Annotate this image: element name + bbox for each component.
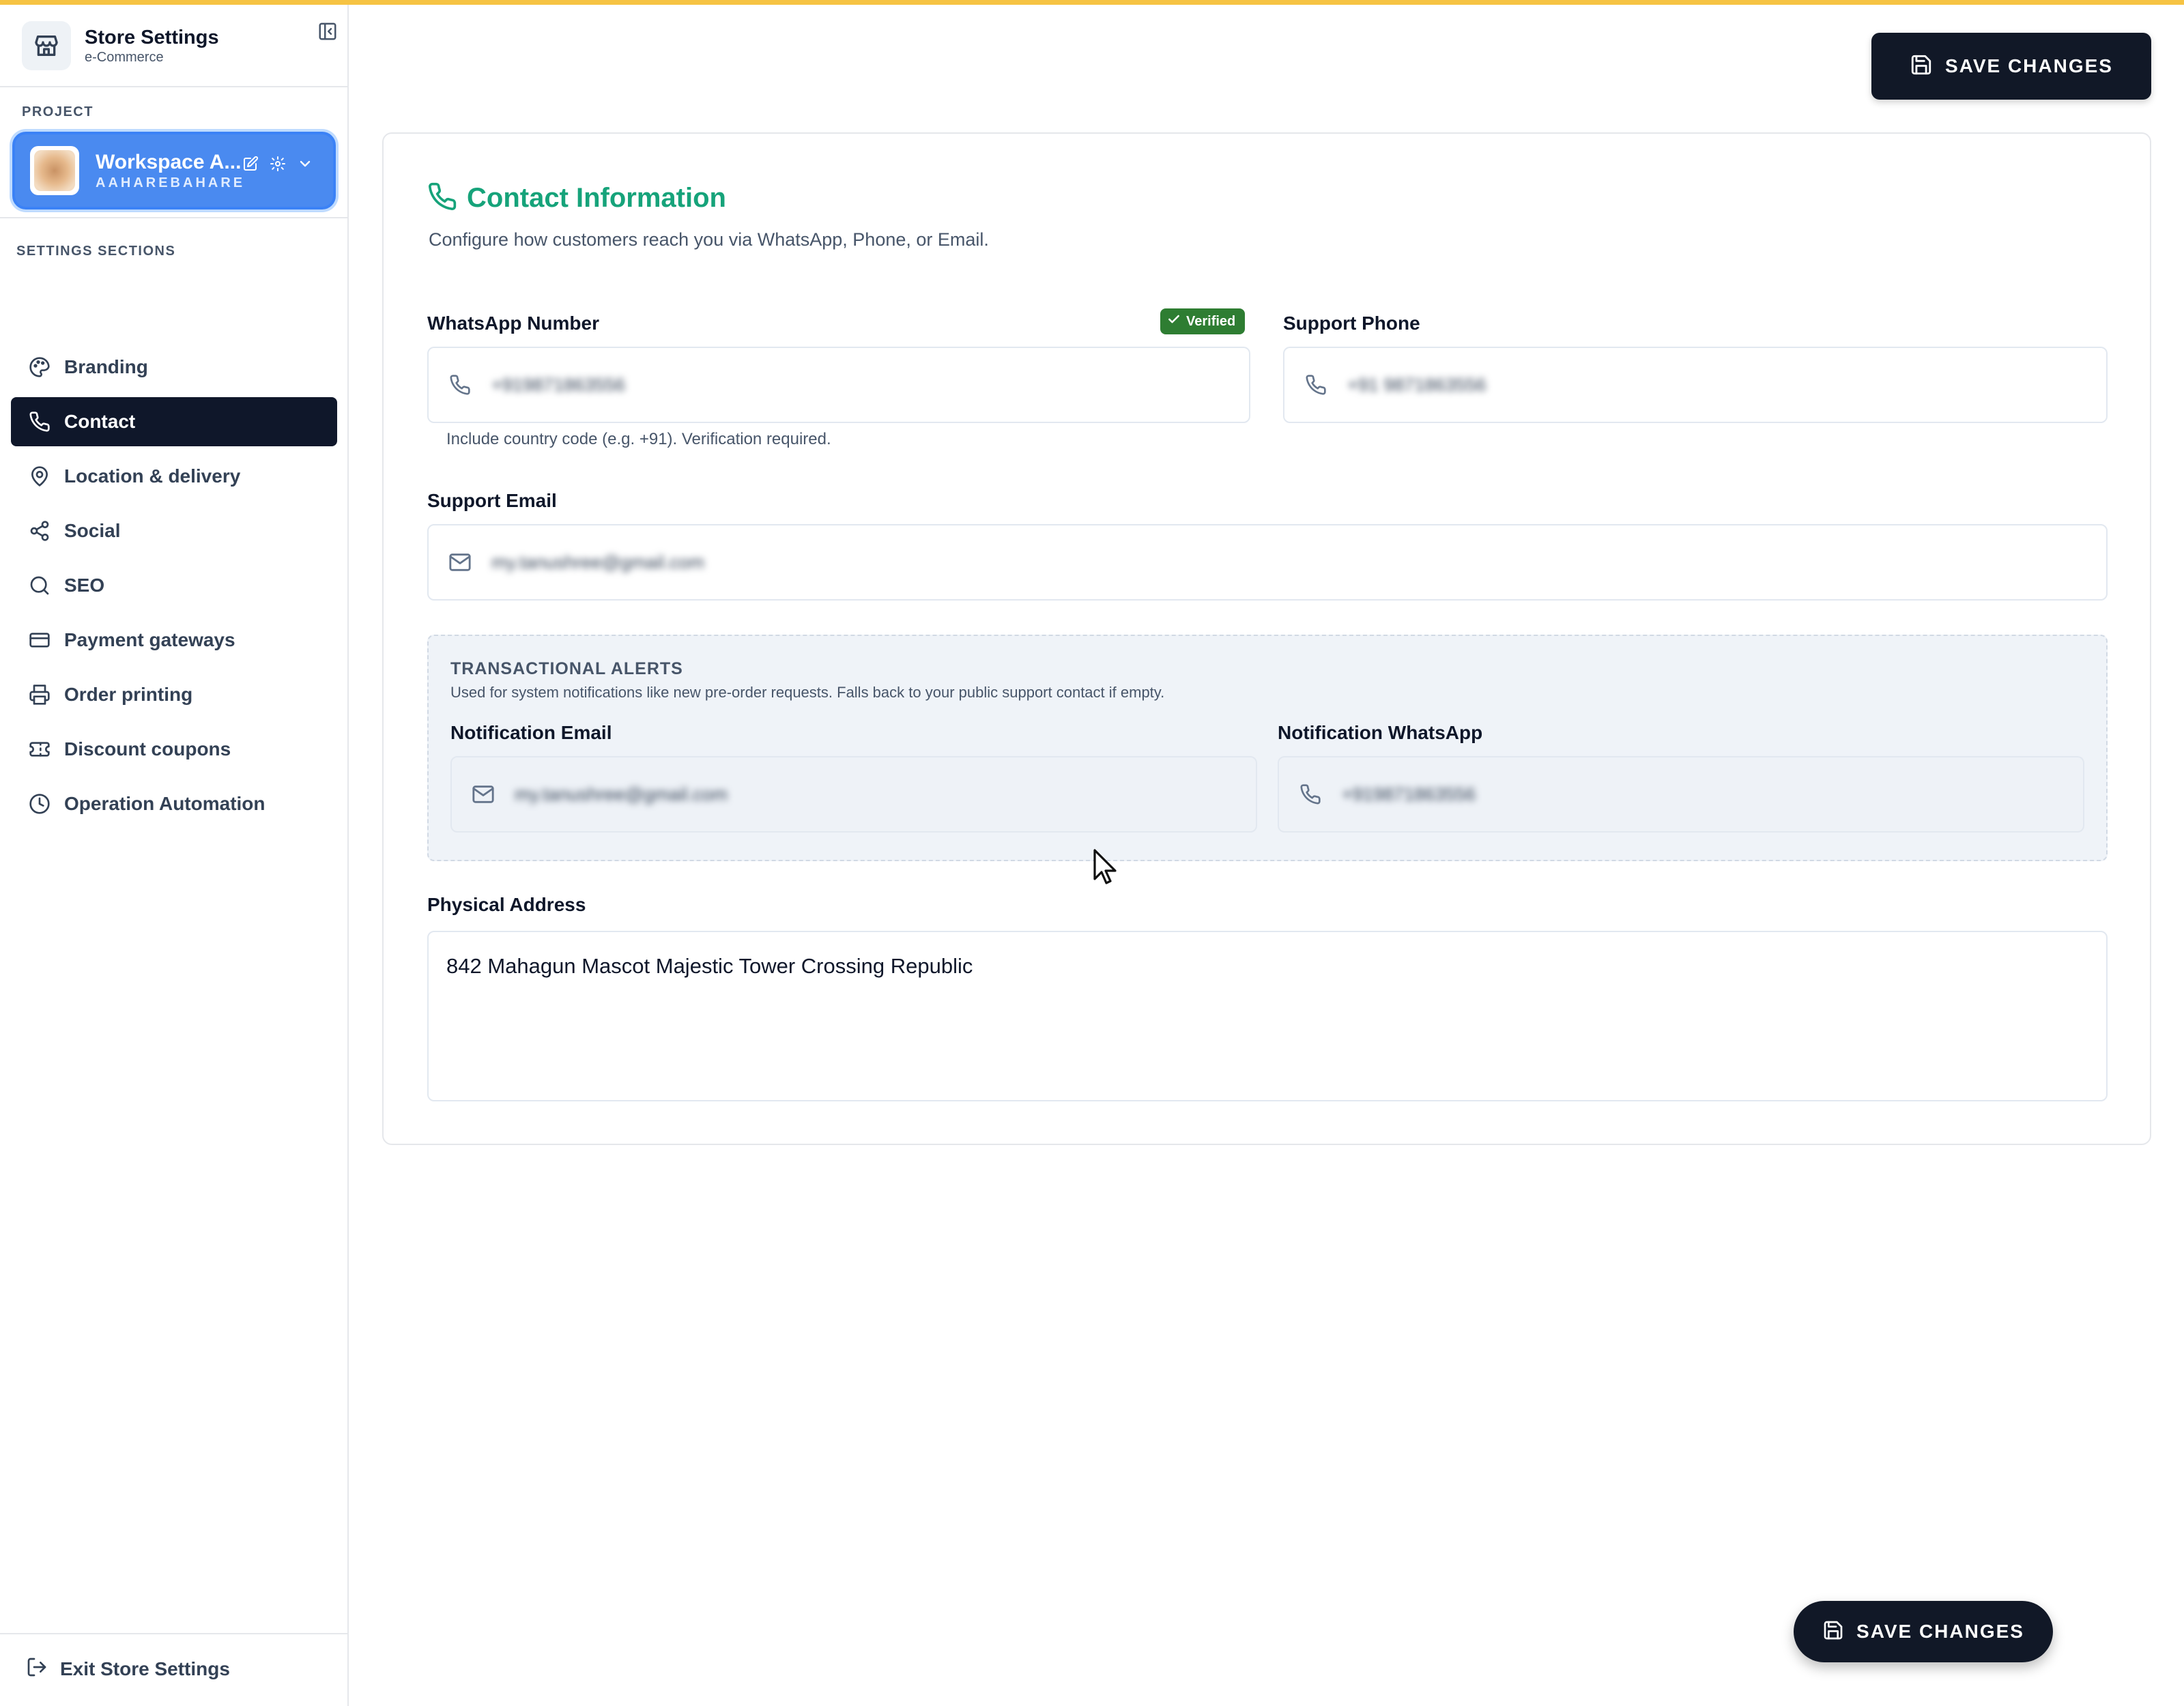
sidebar-item-branding[interactable]: Branding <box>11 343 337 392</box>
save-icon <box>1910 53 1933 80</box>
support-email-label: Support Email <box>427 490 557 511</box>
top-accent-bar <box>0 0 2184 5</box>
save-changes-button[interactable]: SAVE CHANGES <box>1871 33 2151 100</box>
section-description: Configure how customers reach you via Wh… <box>429 229 989 250</box>
phone-icon <box>427 182 457 215</box>
notification-whatsapp-label: Notification WhatsApp <box>1278 722 1483 743</box>
verified-label: Verified <box>1186 313 1236 329</box>
exit-store-settings-link[interactable]: Exit Store Settings <box>26 1656 230 1681</box>
sidebar-item-payment-gateways[interactable]: Payment gateways <box>11 616 337 665</box>
sidebar-item-contact[interactable]: Contact <box>11 397 337 446</box>
check-icon <box>1167 313 1181 330</box>
project-name: Workspace A... <box>96 151 242 173</box>
settings-nav: Branding Contact Location & delivery Soc… <box>11 343 337 834</box>
sidebar-item-social[interactable]: Social <box>11 506 337 555</box>
save-changes-label: SAVE CHANGES <box>1945 55 2113 76</box>
chevron-down-icon[interactable] <box>295 154 315 174</box>
search-icon <box>27 573 52 598</box>
mail-icon <box>446 549 474 576</box>
sidebar-item-discount-coupons[interactable]: Discount coupons <box>11 725 337 774</box>
alerts-description: Used for system notifications like new p… <box>450 684 1165 701</box>
whatsapp-number-label: WhatsApp Number <box>427 313 599 334</box>
whatsapp-number-value: +919871863556 <box>491 374 625 395</box>
sidebar-item-order-printing[interactable]: Order printing <box>11 670 337 719</box>
sidebar-item-label: Payment gateways <box>64 629 235 650</box>
alerts-title: TRANSACTIONAL ALERTS <box>450 659 683 678</box>
project-slug: AAHAREBAHARE <box>96 175 246 190</box>
phone-icon <box>446 371 474 399</box>
log-out-icon <box>26 1656 48 1681</box>
sidebar-item-label: Discount coupons <box>64 738 231 760</box>
contact-information-card: Contact Information Configure how custom… <box>382 132 2151 1145</box>
map-pin-icon <box>27 464 52 489</box>
section-header: Contact Information <box>427 182 726 215</box>
credit-card-icon <box>27 628 52 652</box>
edit-icon[interactable] <box>240 154 261 174</box>
sidebar-item-label: SEO <box>64 575 105 596</box>
phone-icon <box>27 409 52 434</box>
notification-whatsapp-field[interactable]: +919871863556 <box>1278 756 2084 833</box>
whatsapp-number-field[interactable]: +919871863556 <box>427 347 1250 423</box>
notification-whatsapp-value: +919871863556 <box>1342 783 1476 805</box>
support-email-value: my.tanushree@gmail.com <box>491 551 705 573</box>
physical-address-label: Physical Address <box>427 894 586 915</box>
phone-icon <box>1302 371 1330 399</box>
mouse-cursor-icon <box>1092 849 1119 887</box>
floating-save-changes-button[interactable]: SAVE CHANGES <box>1794 1601 2053 1662</box>
sidebar-item-label: Operation Automation <box>64 793 265 814</box>
notification-email-field[interactable]: my.tanushree@gmail.com <box>450 756 1257 833</box>
support-email-field[interactable]: my.tanushree@gmail.com <box>427 524 2108 601</box>
support-phone-value: +91 9871863556 <box>1347 374 1486 395</box>
exit-label: Exit Store Settings <box>60 1658 230 1679</box>
divider <box>0 86 347 87</box>
sidebar-item-label: Location & delivery <box>64 465 241 487</box>
sidebar-item-operation-automation[interactable]: Operation Automation <box>11 779 337 828</box>
mail-icon <box>470 781 497 808</box>
transactional-alerts-panel: TRANSACTIONAL ALERTS Used for system not… <box>427 635 2108 861</box>
sidebar-item-label: Order printing <box>64 684 193 705</box>
project-section-label: PROJECT <box>22 104 94 119</box>
sidebar-item-label: Social <box>64 520 121 541</box>
share-icon <box>27 519 52 543</box>
settings-sections-label: SETTINGS SECTIONS <box>16 244 176 259</box>
printer-icon <box>27 682 52 707</box>
whatsapp-hint: Include country code (e.g. +91). Verific… <box>446 430 831 448</box>
sidebar-collapse-icon[interactable] <box>316 20 339 43</box>
section-title: Contact Information <box>467 183 726 213</box>
project-avatar <box>30 146 79 195</box>
phone-icon <box>1297 781 1324 808</box>
app-title: Store Settings <box>85 27 219 48</box>
notification-email-value: my.tanushree@gmail.com <box>515 783 728 805</box>
divider <box>0 1633 347 1634</box>
sidebar-item-location-delivery[interactable]: Location & delivery <box>11 452 337 501</box>
project-switcher[interactable]: Workspace A... AAHAREBAHARE <box>12 132 336 209</box>
verified-badge: Verified <box>1160 308 1246 334</box>
save-changes-label: SAVE CHANGES <box>1856 1621 2024 1642</box>
save-icon <box>1822 1619 1844 1645</box>
support-phone-label: Support Phone <box>1283 313 1420 334</box>
sidebar-item-label: Contact <box>64 411 136 432</box>
ticket-icon <box>27 737 52 762</box>
sidebar: Store Settings e-Commerce PROJECT Worksp… <box>0 5 349 1706</box>
clock-icon <box>27 792 52 816</box>
app-subtitle: e-Commerce <box>85 50 164 65</box>
sidebar-item-label: Branding <box>64 356 148 377</box>
support-phone-field[interactable]: +91 9871863556 <box>1283 347 2108 423</box>
app-brand: Store Settings e-Commerce <box>22 20 329 72</box>
sidebar-item-seo[interactable]: SEO <box>11 561 337 610</box>
physical-address-textarea[interactable]: 842 Mahagun Mascot Majestic Tower Crossi… <box>427 931 2108 1101</box>
divider <box>0 217 347 218</box>
gear-icon[interactable] <box>268 154 288 174</box>
notification-email-label: Notification Email <box>450 722 612 743</box>
store-icon <box>22 21 71 70</box>
palette-icon <box>27 355 52 379</box>
